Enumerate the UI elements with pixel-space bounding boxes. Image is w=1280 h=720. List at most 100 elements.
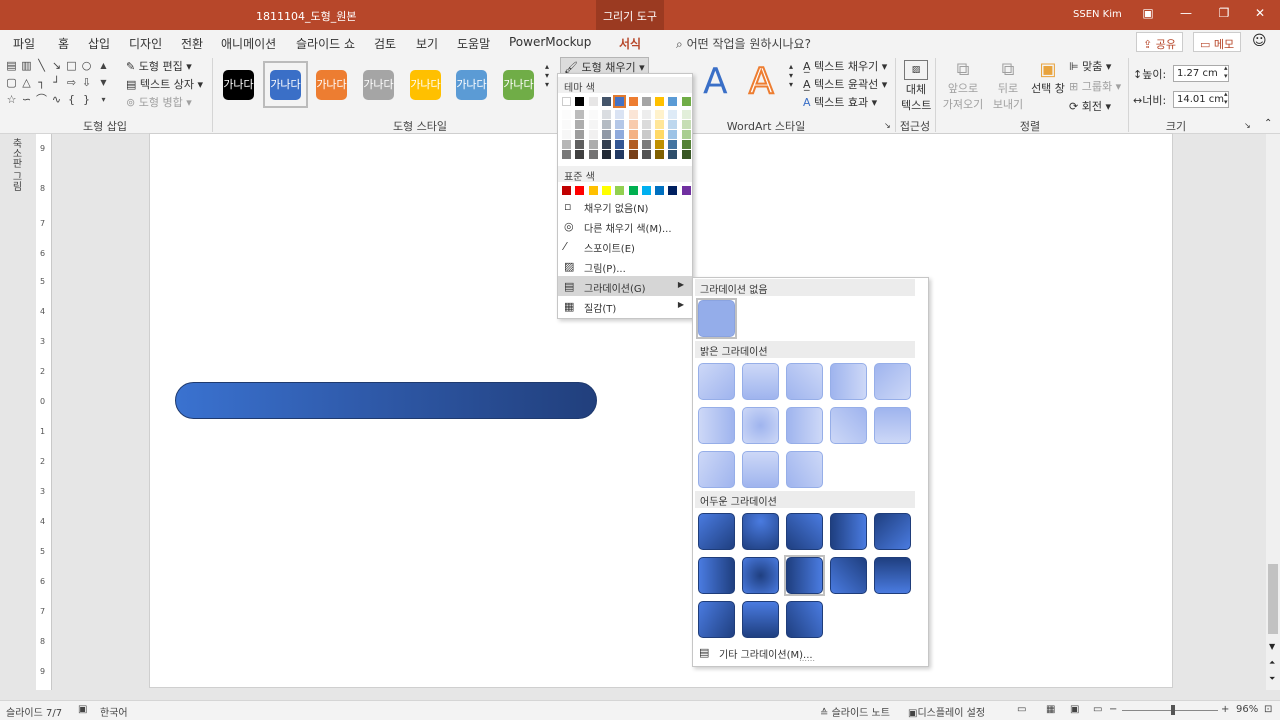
tab-transitions[interactable]: 전환 bbox=[181, 35, 203, 52]
previous-slide-icon[interactable]: ⏶ bbox=[1269, 658, 1275, 668]
theme-shade-swatch[interactable] bbox=[601, 110, 611, 119]
curve-icon[interactable]: ∿ bbox=[50, 94, 63, 106]
vertical-scrollbar[interactable]: ▼ ⏶ ⏷ bbox=[1266, 134, 1280, 690]
size-launcher-icon[interactable]: ↘ bbox=[1244, 121, 1251, 130]
zoom-out-icon[interactable]: − bbox=[1109, 704, 1117, 715]
collapse-ribbon-icon[interactable]: ⌃ bbox=[1264, 118, 1272, 129]
style-swatch[interactable]: 가나다 bbox=[456, 70, 487, 100]
theme-shade-swatch[interactable] bbox=[668, 140, 678, 149]
theme-color-swatch[interactable] bbox=[575, 97, 585, 106]
theme-shade-swatch[interactable] bbox=[615, 110, 625, 119]
rounded-rect-icon[interactable]: ▢ bbox=[5, 77, 18, 89]
dark-gradient-tile[interactable] bbox=[830, 557, 867, 594]
right-arrow-icon[interactable]: ⇨ bbox=[65, 77, 78, 89]
theme-shade-swatch[interactable] bbox=[601, 120, 611, 129]
theme-shade-swatch[interactable] bbox=[641, 130, 651, 139]
dark-gradient-tile[interactable] bbox=[742, 601, 779, 638]
standard-color-swatch[interactable] bbox=[588, 186, 598, 195]
smiley-icon[interactable]: ☺ bbox=[1252, 33, 1267, 49]
height-input[interactable]: 1.27 cm bbox=[1173, 65, 1229, 82]
dark-gradient-tile[interactable] bbox=[830, 513, 867, 550]
theme-shade-swatch[interactable] bbox=[681, 130, 691, 139]
fit-slide-icon[interactable]: ⊡ bbox=[1264, 704, 1272, 715]
light-gradient-tile[interactable] bbox=[742, 363, 779, 400]
light-gradient-tile[interactable] bbox=[874, 363, 911, 400]
selection-pane-button[interactable]: ▣ 선택 창 bbox=[1030, 60, 1066, 96]
theme-shade-swatch[interactable] bbox=[641, 120, 651, 129]
wordart-style-blue[interactable]: A bbox=[703, 62, 728, 102]
shapes-gallery[interactable]: ▤ ▥ ╲ ↘ □ ○ ▢ △ ┐ ┘ ⇨ ⇩ ☆ ∽ ⌒ ∿ { } ▲ ▼ … bbox=[5, 59, 110, 111]
theme-color-swatch[interactable] bbox=[562, 97, 571, 106]
theme-shade-swatch[interactable] bbox=[681, 140, 691, 149]
light-gradient-tile[interactable] bbox=[830, 407, 867, 444]
resize-grip-icon[interactable]: ⋯⋯ bbox=[799, 656, 815, 665]
theme-shade-swatch[interactable] bbox=[668, 120, 678, 129]
theme-color-swatch[interactable] bbox=[628, 97, 638, 106]
standard-color-swatch[interactable] bbox=[601, 186, 611, 195]
theme-shade-swatch[interactable] bbox=[615, 130, 625, 139]
tab-slide-show[interactable]: 슬라이드 쇼 bbox=[296, 35, 355, 52]
share-button[interactable]: ⇪ 공유 bbox=[1136, 32, 1183, 52]
edit-shape-button[interactable]: ✎ 도형 편집 ▾ bbox=[126, 58, 192, 74]
light-gradient-tile[interactable] bbox=[698, 407, 735, 444]
brace-right-icon[interactable]: } bbox=[80, 94, 93, 106]
theme-shade-swatch[interactable] bbox=[681, 120, 691, 129]
style-swatch[interactable]: 가나다 bbox=[223, 70, 254, 100]
tab-format[interactable]: 서식 bbox=[619, 35, 642, 57]
freeform-icon[interactable]: ∽ bbox=[20, 94, 33, 106]
light-gradient-tile[interactable] bbox=[786, 451, 823, 488]
textbox-shape-icon[interactable]: ▤ bbox=[5, 60, 18, 72]
tab-home[interactable]: 홈 bbox=[58, 35, 69, 52]
line-icon[interactable]: ╲ bbox=[35, 60, 48, 72]
light-gradient-tile[interactable] bbox=[786, 363, 823, 400]
scroll-down-icon[interactable]: ▼ bbox=[1269, 642, 1275, 651]
scroll-down-icon[interactable]: ▼ bbox=[97, 77, 110, 89]
display-settings-button[interactable]: ▣디스플레이 설정 bbox=[908, 704, 985, 719]
dark-gradient-tile[interactable] bbox=[874, 557, 911, 594]
style-swatch[interactable]: 가나다 bbox=[410, 70, 441, 100]
more-fill-colors-item[interactable]: ◎ 다른 채우기 색(M)... bbox=[558, 216, 692, 236]
theme-shade-swatch[interactable] bbox=[588, 120, 598, 129]
theme-shade-swatch[interactable] bbox=[588, 110, 598, 119]
zoom-in-icon[interactable]: + bbox=[1221, 704, 1229, 715]
texture-item[interactable]: ▦ 질감(T) ▶ bbox=[558, 296, 692, 316]
alt-text-button[interactable]: ▨ 대체 텍스트 bbox=[901, 60, 931, 113]
text-fill-button[interactable]: A̲ 텍스트 채우기 ▾ bbox=[803, 58, 887, 74]
theme-shade-swatch[interactable] bbox=[601, 150, 611, 159]
scroll-thumb[interactable] bbox=[1268, 564, 1278, 634]
memo-button[interactable]: ▭ 메모 bbox=[1193, 32, 1242, 52]
light-gradient-tile[interactable] bbox=[698, 363, 735, 400]
ribbon-display-icon[interactable]: ▣ bbox=[1138, 6, 1158, 24]
wordart-style-orange[interactable]: A bbox=[748, 61, 775, 103]
tab-design[interactable]: 디자인 bbox=[129, 35, 162, 52]
styles-scroll-icon[interactable]: ▴ ▾ ▾ bbox=[545, 62, 549, 89]
standard-color-swatch[interactable] bbox=[615, 186, 625, 195]
restore-icon[interactable]: ❐ bbox=[1214, 6, 1234, 24]
rounded-rectangle-shape[interactable] bbox=[175, 382, 597, 419]
thumbnails-label[interactable]: 축소판 그림 bbox=[8, 138, 23, 191]
theme-shade-swatch[interactable] bbox=[681, 110, 691, 119]
picture-item[interactable]: ▨ 그림(P)... bbox=[558, 256, 692, 276]
text-box-button[interactable]: ▤ 텍스트 상자 ▾ bbox=[126, 76, 203, 92]
rectangle-icon[interactable]: □ bbox=[65, 60, 78, 72]
theme-shade-swatch[interactable] bbox=[588, 150, 598, 159]
theme-shade-swatch[interactable] bbox=[575, 150, 585, 159]
tell-me-box[interactable]: ⌕ 어떤 작업을 원하시나요? bbox=[676, 35, 811, 52]
theme-shade-swatch[interactable] bbox=[562, 140, 571, 149]
triangle-icon[interactable]: △ bbox=[20, 77, 33, 89]
width-spinner-icon[interactable]: ▴ ▾ bbox=[1224, 90, 1228, 106]
style-swatch[interactable]: 가나다 bbox=[316, 70, 347, 100]
tab-review[interactable]: 검토 bbox=[374, 35, 396, 52]
theme-shade-swatch[interactable] bbox=[562, 110, 571, 119]
wordart-scroll-icon[interactable]: ▴ ▾ ▾ bbox=[789, 62, 793, 89]
dark-gradient-tile[interactable] bbox=[742, 513, 779, 550]
down-arrow-icon[interactable]: ⇩ bbox=[80, 77, 93, 89]
theme-shade-swatch[interactable] bbox=[668, 110, 678, 119]
standard-color-swatch[interactable] bbox=[562, 186, 571, 195]
theme-shade-swatch[interactable] bbox=[655, 130, 665, 139]
star-icon[interactable]: ☆ bbox=[5, 94, 18, 106]
style-swatch[interactable]: 가나다 bbox=[363, 70, 394, 100]
light-gradient-tile[interactable] bbox=[698, 451, 735, 488]
theme-shade-swatch[interactable] bbox=[655, 140, 665, 149]
notes-button[interactable]: ≙ 슬라이드 노트 bbox=[820, 704, 890, 719]
